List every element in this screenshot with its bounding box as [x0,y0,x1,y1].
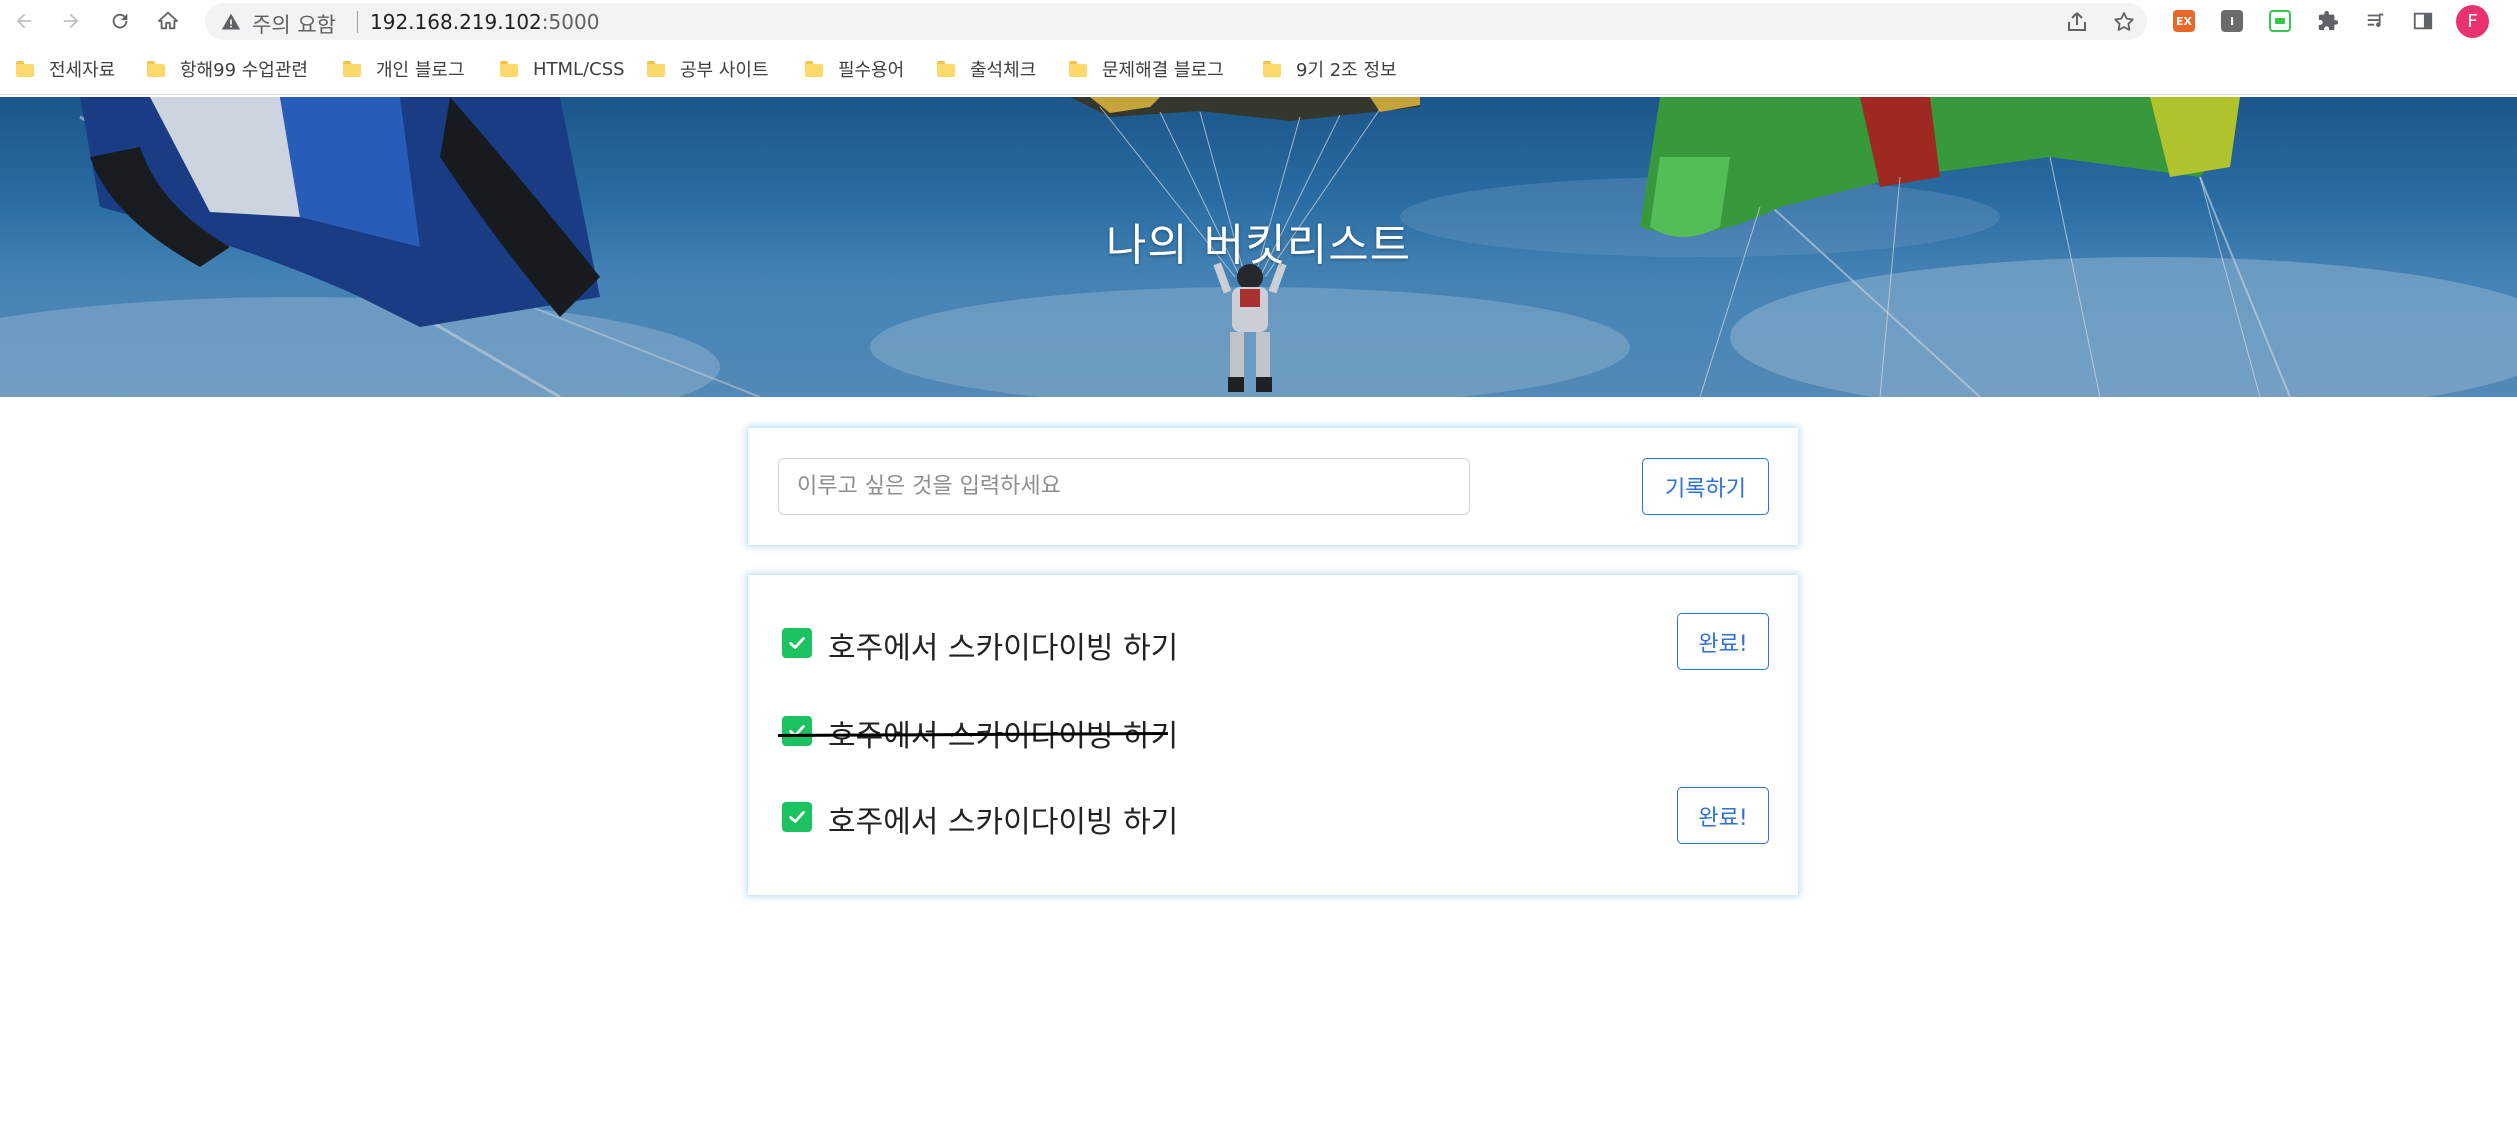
bookmarks-bar: 전세자료 항해99 수업관련 개인 블로그 HTML/CSS 공부 사이트 필수… [0,43,2517,95]
omnibox-separator [357,11,358,33]
forward-arrow-icon[interactable] [57,7,85,35]
url-port: :5000 [541,10,600,34]
reload-icon[interactable] [106,7,134,35]
folder-icon [147,61,165,77]
folder-icon [500,61,518,77]
security-warning-text[interactable]: 주의 요함 [252,9,336,39]
extensions-puzzle-icon[interactable] [2316,9,2340,33]
list-item: 호주에서 스카이다이빙 하기 완료! [748,613,1798,671]
media-playlist-icon[interactable] [2364,9,2388,33]
list-item-completed: 호주에서 스카이다이빙 하기 [748,701,1798,759]
checkbox-checked-icon [782,716,812,746]
input-card: 기록하기 [748,428,1798,545]
bookmark-label: 전세자료 [49,60,116,81]
warning-icon[interactable] [221,12,241,32]
bookmark-label: 문제해결 블로그 [1102,60,1224,81]
bookmark-folder[interactable]: 문제해결 블로그 [1069,55,1224,83]
page-title: 나의 버킷리스트 [1105,220,1412,271]
bookmark-label: 공부 사이트 [680,60,769,81]
side-panel-icon[interactable] [2411,9,2435,33]
bookmark-folder[interactable]: HTML/CSS [500,55,625,83]
complete-button[interactable]: 완료! [1677,787,1769,844]
bookmark-folder[interactable]: 필수용어 [805,55,904,83]
url-text[interactable]: 192.168.219.102:5000 [370,10,599,34]
folder-icon [647,61,665,77]
bucket-input[interactable] [778,458,1470,515]
bookmark-label: 필수용어 [838,60,905,81]
bookmark-label: 9기 2조 정보 [1296,60,1397,81]
bookmark-folder[interactable]: 9기 2조 정보 [1263,55,1397,83]
folder-icon [343,61,361,77]
folder-icon [805,61,823,77]
browser-toolbar: 주의 요함 192.168.219.102:5000 EX I F [0,0,2517,43]
profile-avatar[interactable]: F [2456,5,2489,38]
home-icon[interactable] [154,7,182,35]
hero-banner: 나의 버킷리스트 [0,97,2517,397]
checkbox-checked-icon [782,802,812,832]
bookmark-label: 항해99 수업관련 [180,60,308,81]
bucket-list-card: 호주에서 스카이다이빙 하기 완료! 호주에서 스카이다이빙 하기 호주에서 스… [748,575,1798,895]
profile-initial: F [2467,11,2478,32]
share-icon[interactable] [2065,10,2089,34]
save-button[interactable]: 기록하기 [1642,458,1769,515]
complete-button[interactable]: 완료! [1677,613,1769,670]
bookmark-label: HTML/CSS [533,58,625,80]
bookmark-folder[interactable]: 출석체크 [937,55,1036,83]
i-extension-icon[interactable]: I [2220,9,2244,33]
folder-icon [937,61,955,77]
folder-icon [1069,61,1087,77]
bookmark-folder[interactable]: 공부 사이트 [647,55,769,83]
list-item-text: 호주에서 스카이다이빙 하기 [828,805,1179,840]
green-screen-extension-icon[interactable] [2268,9,2292,33]
checkbox-checked-icon [782,628,812,658]
bookmark-label: 개인 블로그 [376,60,465,81]
folder-icon [1263,61,1281,77]
list-item: 호주에서 스카이다이빙 하기 완료! [748,787,1798,845]
list-item-text: 호주에서 스카이다이빙 하기 [828,631,1179,666]
url-host: 192.168.219.102 [370,10,542,34]
bookmark-folder[interactable]: 개인 블로그 [343,55,465,83]
bookmark-star-icon[interactable] [2112,10,2136,34]
i-extension-label: I [2221,10,2243,32]
ex-extension-label: EX [2173,10,2195,32]
bookmark-folder[interactable]: 항해99 수업관련 [147,55,308,83]
bookmark-label: 출석체크 [970,60,1037,81]
address-bar[interactable]: 주의 요함 192.168.219.102:5000 [205,3,2147,40]
back-arrow-icon[interactable] [10,7,38,35]
bookmark-folder[interactable]: 전세자료 [16,55,115,83]
folder-icon [16,61,34,77]
ex-extension-icon[interactable]: EX [2172,9,2196,33]
